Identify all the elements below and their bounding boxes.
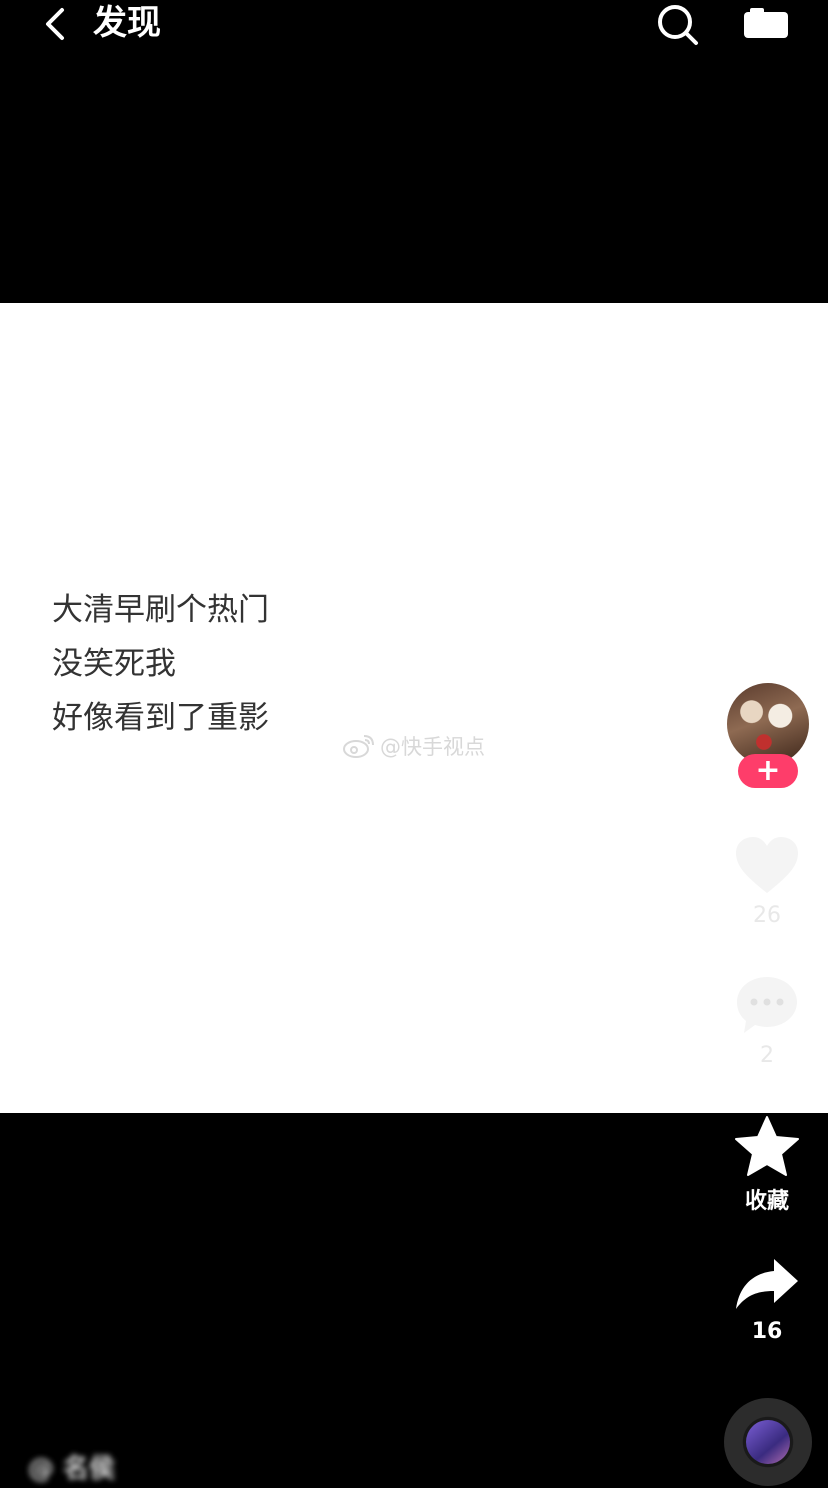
like-button[interactable]: 26 <box>727 835 807 928</box>
chevron-left-icon[interactable] <box>38 6 74 42</box>
search-icon[interactable] <box>655 2 699 46</box>
watermark-text: @快手视点 <box>380 735 485 759</box>
music-cover <box>746 1420 790 1464</box>
top-bar: 发现 <box>0 0 828 56</box>
author-name[interactable]: @ 名侯 <box>28 1448 115 1485</box>
post-caption: 大清早刷个热门 没笑死我 好像看到了重影 <box>52 583 269 745</box>
comment-count: 2 <box>760 1043 774 1068</box>
comment-icon <box>737 977 797 1033</box>
favorite-button[interactable]: 收藏 <box>727 1115 807 1215</box>
follow-button[interactable]: + <box>738 754 798 788</box>
watermark: @快手视点 <box>342 731 485 761</box>
favorite-label: 收藏 <box>744 1189 789 1214</box>
weibo-icon <box>343 735 374 758</box>
video-content[interactable]: 大清早刷个热门 没笑死我 好像看到了重影 @快手视点 <box>0 303 828 1113</box>
camera-icon[interactable] <box>742 6 790 42</box>
comment-button[interactable]: 2 <box>727 975 807 1068</box>
music-disc[interactable] <box>724 1398 812 1486</box>
share-arrow-icon <box>736 1259 798 1309</box>
caption-line: 大清早刷个热门 <box>52 592 269 628</box>
page-title: 发现 <box>93 3 161 43</box>
share-count: 16 <box>751 1319 783 1344</box>
star-icon <box>735 1116 799 1176</box>
caption-line: 好像看到了重影 <box>52 700 269 736</box>
caption-line: 没笑死我 <box>52 646 176 682</box>
share-button[interactable]: 16 <box>727 1255 807 1344</box>
like-count: 26 <box>753 903 781 928</box>
heart-icon <box>736 837 798 893</box>
